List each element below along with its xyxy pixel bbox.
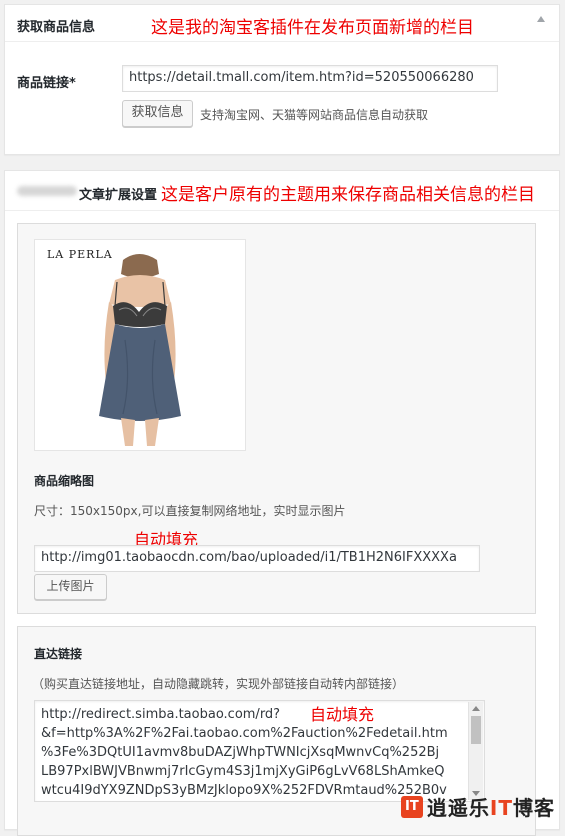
direct-link-label: 直达链接 bbox=[34, 647, 83, 661]
triangle-up-icon[interactable] bbox=[537, 16, 545, 22]
scrollbar-thumb[interactable] bbox=[471, 716, 481, 744]
textarea-scrollbar[interactable] bbox=[468, 702, 483, 800]
textarea-line: &f=http%3A%2F%2Fai.taobao.com%2Fauction%… bbox=[41, 726, 448, 741]
blurred-title-prefix bbox=[17, 186, 77, 196]
watermark-text-a: 逍遥乐 bbox=[426, 796, 490, 820]
watermark-text: 逍遥乐IT博客 bbox=[427, 792, 555, 821]
nightdress-image bbox=[99, 254, 181, 446]
textarea-line: LB97PxlBWJVBnwmj7rIcGym4S3j1mjXyGiP6gLvV… bbox=[41, 764, 445, 779]
annotation-note: 这是客户原有的主题用来保存商品相关信息的栏目 bbox=[161, 185, 535, 205]
panel-header[interactable]: 获取商品信息 这是我的淘宝客插件在发布页面新增的栏目 bbox=[5, 5, 559, 42]
thumbnail-url-input[interactable]: http://img01.taobaocdn.com/bao/uploaded/… bbox=[34, 545, 480, 572]
thumbnail-description: 尺寸：150x150px,可以直接复制网络地址，实时显示图片 bbox=[34, 504, 346, 518]
watermark-text-c: 博客 bbox=[513, 796, 555, 820]
textarea-line: http://redirect.simba.taobao.com/rd? bbox=[41, 707, 281, 722]
textarea-line: wtcu4I9dYX9ZNDpS3yBMzJklopo9X%252FDVRmta… bbox=[41, 783, 447, 798]
site-watermark: IT 逍遥乐IT博客 bbox=[400, 792, 555, 821]
panel-title: 文章扩展设置 bbox=[79, 188, 158, 203]
fetch-description: 支持淘宝网、天猫等网站商品信息自动获取 bbox=[200, 108, 429, 122]
fetch-info-button[interactable]: 获取信息 bbox=[122, 100, 193, 127]
it-logo-icon: IT bbox=[400, 795, 423, 818]
textarea-line: %3Fe%3DQtUI1avmv8buDAZjWhpTWNIcjXsqMwnvC… bbox=[41, 745, 440, 760]
panel-title: 获取商品信息 bbox=[17, 20, 96, 35]
article-extension-panel: 文章扩展设置 这是客户原有的主题用来保存商品相关信息的栏目 LA PERLA 商… bbox=[4, 170, 560, 836]
annotation-note: 这是我的淘宝客插件在发布页面新增的栏目 bbox=[151, 18, 474, 38]
thumbnail-section: LA PERLA 商品缩略图 尺寸：150x150px,可以直接复制网络地址，实… bbox=[17, 223, 536, 614]
product-link-input[interactable]: https://detail.tmall.com/item.htm?id=520… bbox=[122, 65, 498, 92]
autofill-note: 自动填充 bbox=[310, 705, 375, 724]
direct-link-textarea[interactable]: http://redirect.simba.taobao.com/rd? &f=… bbox=[34, 700, 485, 802]
thumbnail-label: 商品缩略图 bbox=[34, 474, 95, 488]
product-info-panel: 获取商品信息 这是我的淘宝客插件在发布页面新增的栏目 商品链接* https:/… bbox=[4, 4, 560, 155]
product-link-label: 商品链接* bbox=[17, 76, 76, 91]
panel-header[interactable]: 文章扩展设置 这是客户原有的主题用来保存商品相关信息的栏目 bbox=[5, 171, 559, 211]
product-thumbnail: LA PERLA bbox=[34, 239, 246, 451]
direct-link-description: （购买直达链接地址，自动隐藏跳转，实现外部链接自动转内部链接） bbox=[32, 677, 405, 691]
upload-image-button[interactable]: 上传图片 bbox=[34, 574, 107, 600]
scroll-up-icon[interactable] bbox=[472, 706, 480, 711]
watermark-text-b: IT bbox=[489, 796, 513, 820]
